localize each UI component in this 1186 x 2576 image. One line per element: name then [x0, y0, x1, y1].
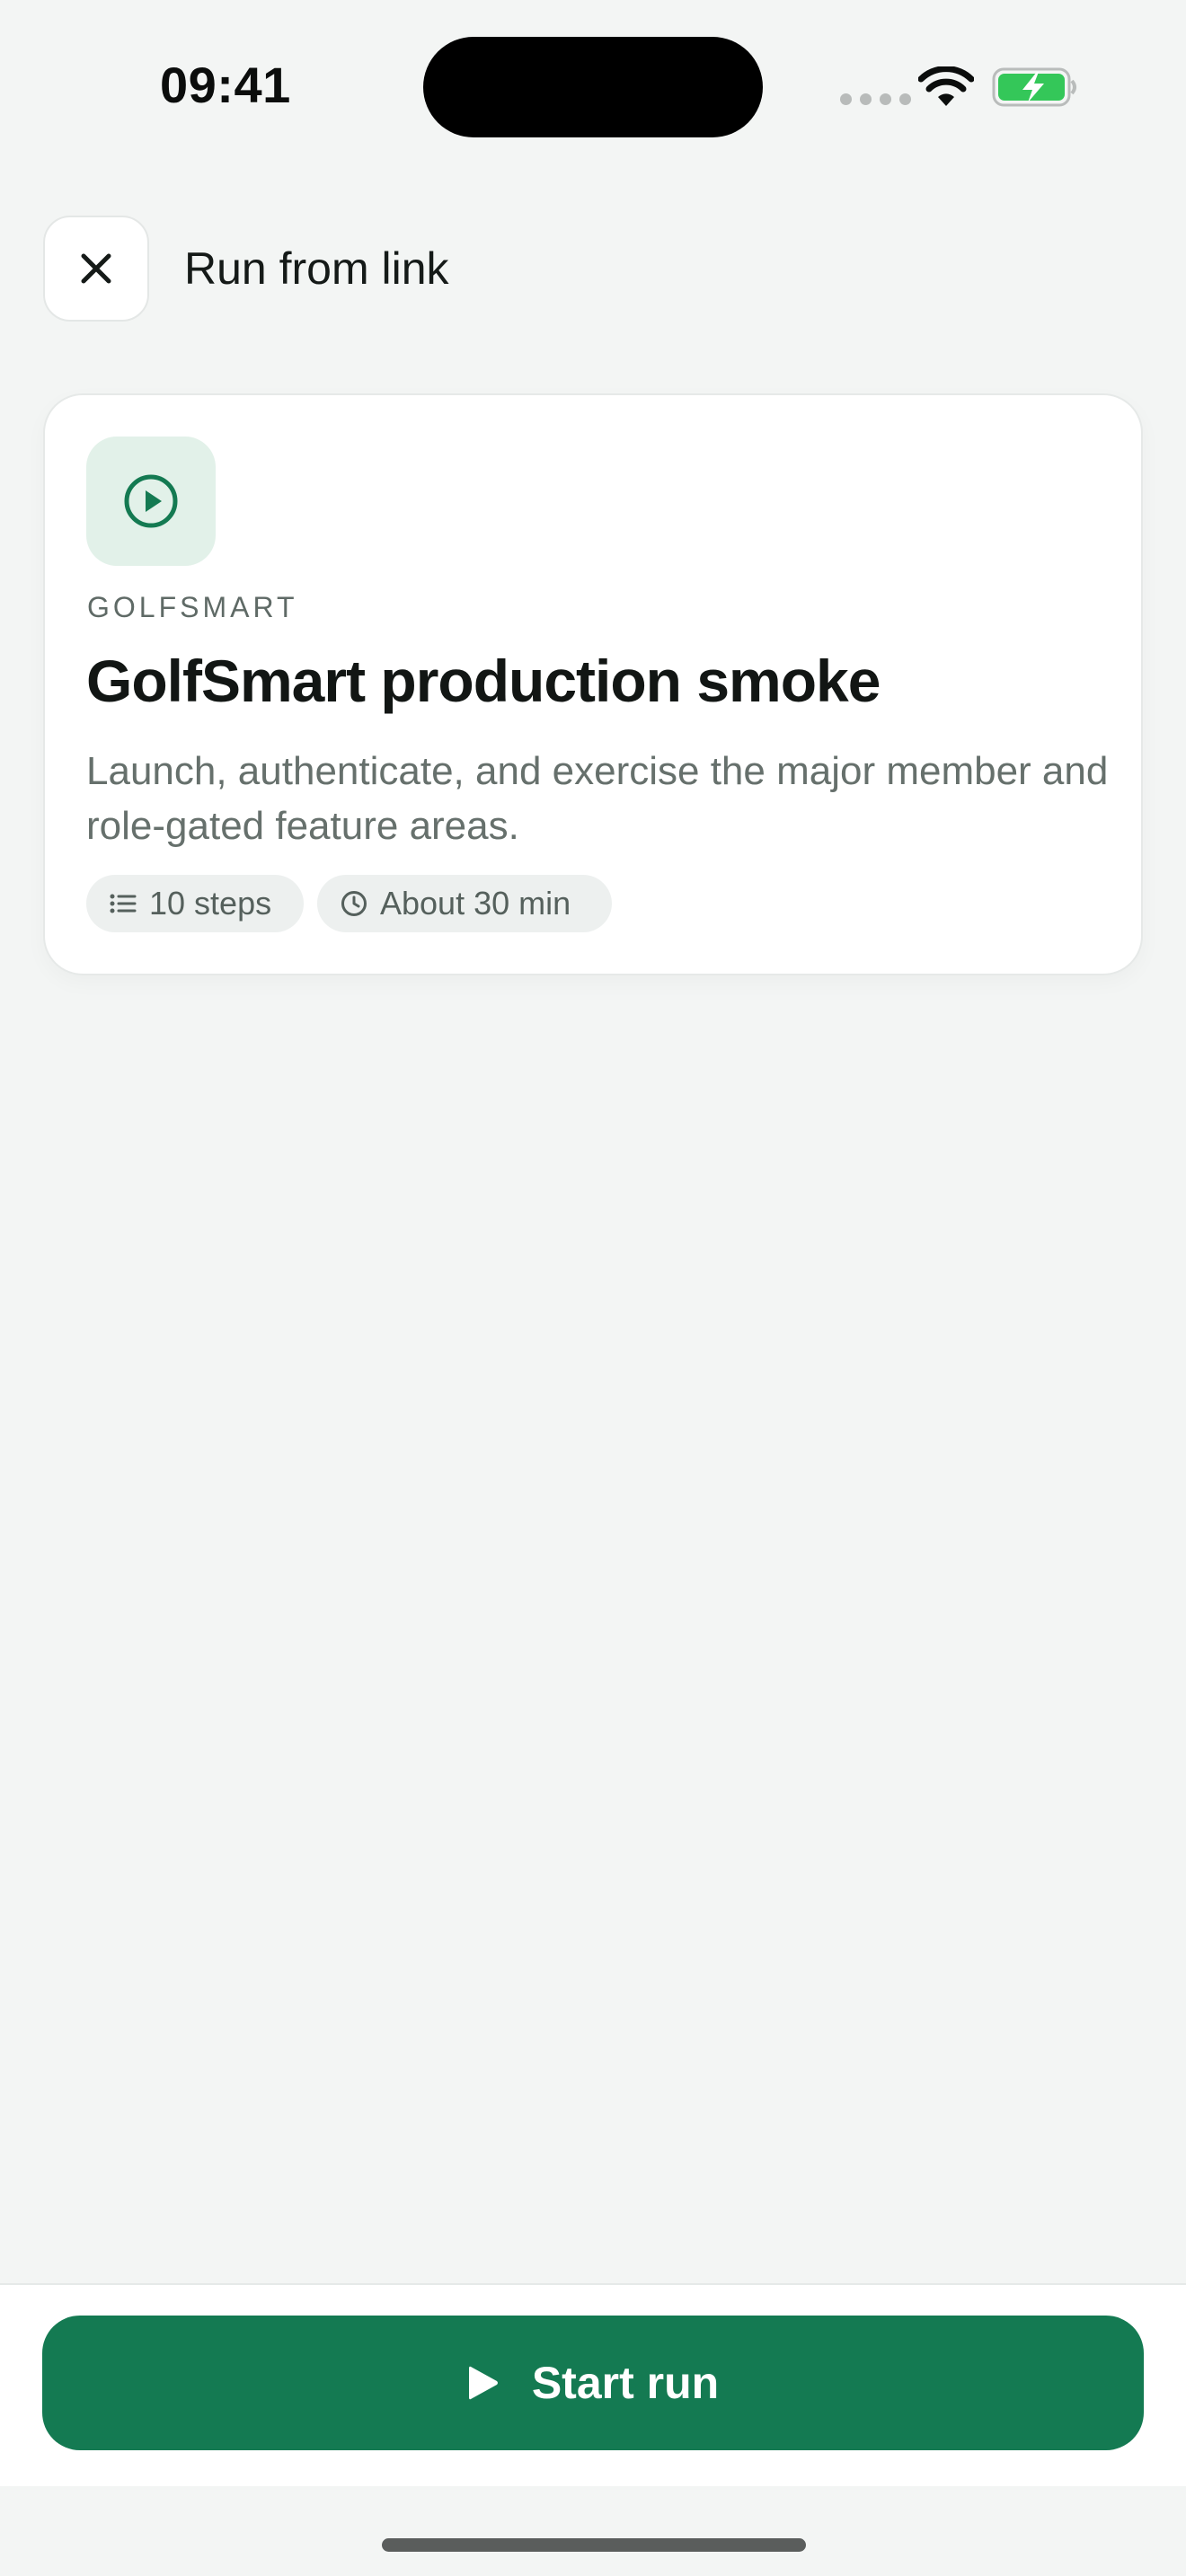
- play-icon: [468, 2366, 498, 2400]
- wifi-icon: [918, 66, 974, 106]
- duration-chip: About 30 min: [317, 875, 612, 932]
- dynamic-island: [423, 37, 763, 137]
- start-run-button[interactable]: Start run: [42, 2316, 1144, 2450]
- steps-chip-label: 10 steps: [149, 885, 272, 922]
- battery-charging-icon: [992, 67, 1076, 107]
- status-time: 09:41: [160, 57, 291, 113]
- clock-icon: [341, 891, 367, 916]
- cellular-signal-icon: [840, 93, 911, 105]
- start-run-label: Start run: [531, 2358, 720, 2408]
- close-icon: [81, 253, 111, 284]
- flow-icon-tile: [86, 437, 216, 566]
- list-icon: [110, 894, 137, 913]
- home-indicator: [382, 2538, 806, 2552]
- steps-chip: 10 steps: [86, 875, 304, 932]
- play-circle-icon: [124, 474, 178, 528]
- flow-org-label: GOLFSMART: [87, 591, 298, 623]
- flow-description: Launch, authenticate, and exercise the m…: [86, 749, 1109, 848]
- close-button[interactable]: [43, 216, 149, 322]
- flow-card: GOLFSMART GolfSmart production smoke Lau…: [43, 393, 1143, 975]
- duration-chip-label: About 30 min: [380, 885, 571, 922]
- page-title: Run from link: [184, 243, 449, 294]
- flow-title: GolfSmart production smoke: [86, 648, 881, 714]
